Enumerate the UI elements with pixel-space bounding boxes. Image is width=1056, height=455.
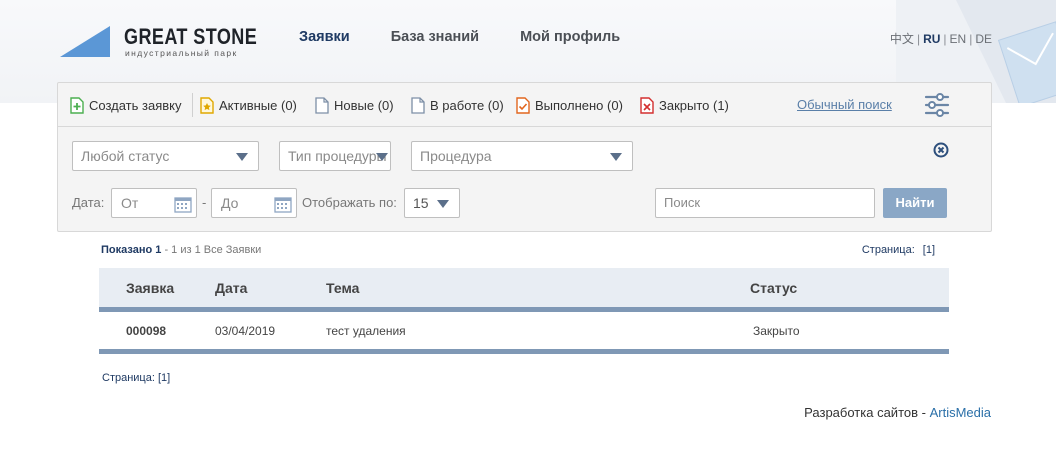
chevron-down-icon [236,153,248,161]
page-label: Страница: [102,372,155,384]
document-icon [315,96,329,114]
filter-new[interactable]: Новые (0) [315,96,394,114]
site-footer: Разработка сайтов - ArtisMedia [804,405,991,420]
cell-date: 03/04/2019 [215,324,276,338]
procedure-select[interactable]: Процедура [411,141,633,171]
logo-subtitle: индустриальный парк [125,48,238,58]
nav-my-profile[interactable]: Мой профиль [520,29,620,45]
create-request-button[interactable]: Создать заявку [70,96,182,114]
lang-zh[interactable]: 中文 [890,32,914,46]
x-document-icon [640,96,654,114]
filter-in-progress-label: В работе (0) [430,97,504,113]
date-from-input[interactable]: От [111,188,197,218]
nav-requests[interactable]: Заявки [299,29,350,45]
page-label: Страница: [861,244,915,256]
date-to-input[interactable]: До [211,188,297,218]
language-switcher: 中文 | RU | EN | DE [890,30,992,47]
filter-new-label: Новые (0) [334,97,394,113]
lang-ru[interactable]: RU [923,32,940,46]
filter-done-label: Выполнено (0) [535,97,623,113]
developer-link[interactable]: ArtisMedia [930,405,991,420]
logo-title: GREAT STONE [124,24,258,49]
logo[interactable]: GREAT STONE индустриальный парк [60,24,257,60]
lang-separator: | [916,32,921,46]
lang-separator: | [969,32,973,46]
create-request-label: Создать заявку [89,97,182,113]
toolbar-divider [192,93,193,117]
request-toolbar: Создать заявку Активные (0) Новые (0) В … [58,83,991,127]
search-input[interactable]: Поиск [655,188,875,218]
column-header-subject[interactable]: Тема [326,280,359,296]
find-button[interactable]: Найти [883,188,947,218]
lang-separator: | [943,32,947,46]
per-page-select[interactable]: 15 [404,188,460,218]
check-document-icon [516,96,530,114]
results-summary: Показано 1 - 1 из 1 Все Заявки [101,244,261,256]
close-icon[interactable] [933,142,949,158]
page-link[interactable]: [1] [923,244,935,256]
shown-label: Показано [101,244,153,256]
procedure-type-select-value: Тип процедуры [288,148,387,164]
status-select[interactable]: Любой статус [72,141,259,171]
filter-in-progress[interactable]: В работе (0) [411,96,504,114]
status-select-value: Любой статус [81,148,170,164]
cell-status: Закрыто [753,324,800,338]
filter-active[interactable]: Активные (0) [200,96,297,114]
main-nav: Заявки База знаний Мой профиль [299,29,620,45]
per-page-value: 15 [413,195,429,211]
date-to-placeholder: До [221,195,239,211]
calendar-icon[interactable] [274,195,292,213]
column-header-date[interactable]: Дата [215,280,247,296]
chevron-down-icon [437,200,449,208]
date-from-placeholder: От [121,195,139,211]
page-link[interactable]: [1] [158,372,170,384]
shown-rest: - 1 из 1 Все Заявки [164,244,262,256]
date-label: Дата: [72,195,105,210]
sliders-icon[interactable] [924,92,950,118]
filter-panel: Создать заявку Активные (0) Новые (0) В … [57,82,992,232]
column-header-status[interactable]: Статус [750,280,797,296]
plain-search-link[interactable]: Обычный поиск [797,97,892,112]
chevron-down-icon [610,153,622,161]
filter-done[interactable]: Выполнено (0) [516,96,623,114]
document-icon [411,96,425,114]
nav-knowledge-base[interactable]: База знаний [391,29,479,45]
footer-text: Разработка сайтов - [804,405,926,420]
calendar-icon[interactable] [174,195,192,213]
per-page-label: Отображать по: [302,195,397,210]
cell-subject[interactable]: тест удаления [326,324,406,338]
shown-count: 1 [155,244,162,256]
table-divider [99,349,949,354]
lang-en[interactable]: EN [950,32,967,46]
star-document-icon [200,96,214,114]
search-placeholder: Поиск [664,195,701,210]
filter-closed[interactable]: Закрыто (1) [640,96,729,114]
logo-triangle-icon [60,26,110,57]
table-row[interactable]: 000098 03/04/2019 тест удаления Закрыто [99,312,949,349]
date-dash: - [202,195,207,210]
table-header: Заявка Дата Тема Статус [99,268,949,307]
pagination-bottom: Страница: [1] [102,372,170,384]
pagination-top: Страница: [1] [862,244,935,256]
procedure-select-value: Процедура [420,148,492,164]
filter-active-label: Активные (0) [219,97,297,113]
column-header-request[interactable]: Заявка [126,280,174,296]
add-document-icon [70,96,84,114]
filter-closed-label: Закрыто (1) [659,97,729,113]
cell-request-id[interactable]: 000098 [126,324,166,338]
procedure-type-select[interactable]: Тип процедуры [279,141,391,171]
chevron-down-icon [376,153,388,161]
lang-de[interactable]: DE [975,32,992,46]
